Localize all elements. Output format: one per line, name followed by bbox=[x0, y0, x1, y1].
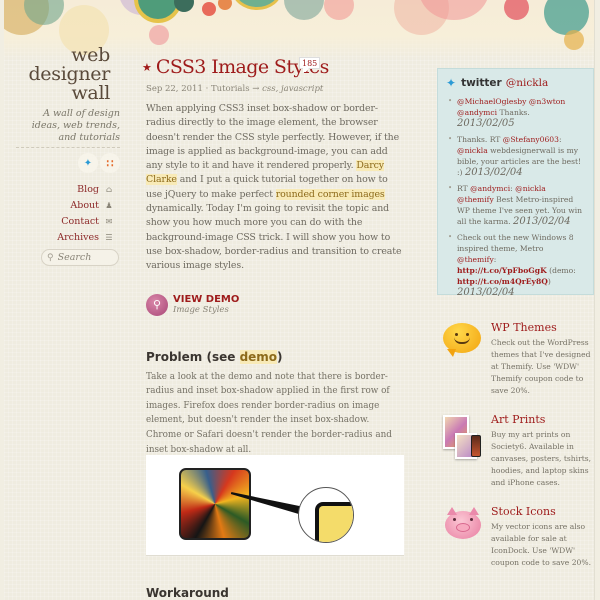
tweet-url-link[interactable]: http://t.co/YpFboGgK bbox=[457, 266, 547, 275]
rounded-artwork-image bbox=[179, 468, 251, 540]
search-icon: ⚲ bbox=[47, 252, 54, 263]
tweet-mention-link[interactable]: @andymci bbox=[457, 108, 497, 117]
twitter-bird-icon: ✦ bbox=[83, 157, 93, 169]
nav-item-contact[interactable]: Contact ✉ bbox=[57, 213, 114, 229]
promo-description: Buy my art prints on Society6. Available… bbox=[491, 430, 592, 487]
view-demo-button[interactable]: ⚲ VIEW DEMO Image Styles bbox=[146, 293, 404, 316]
tweet-mention-link[interactable]: @themify bbox=[457, 195, 494, 204]
tweet-text: : bbox=[493, 255, 497, 264]
view-demo-sublabel: Image Styles bbox=[173, 305, 229, 316]
nav-item-blog[interactable]: Blog ⌂ bbox=[57, 181, 114, 197]
post-title-row: ★ CSS3 Image Styles bbox=[142, 56, 404, 78]
tweet-mention-link[interactable]: @andymci bbox=[470, 184, 510, 193]
promo-title: Stock Icons bbox=[491, 505, 556, 518]
tags-arrow: → bbox=[252, 84, 263, 94]
tweet-text: Thanks. bbox=[497, 108, 530, 117]
post-meta: Sep 22, 2011 · Tutorials → css, javascri… bbox=[146, 84, 404, 94]
zoom-magnifier-circle bbox=[298, 487, 354, 543]
post-date: Sep 22, 2011 bbox=[146, 84, 203, 94]
nav-label: Blog bbox=[77, 183, 99, 195]
site-logo[interactable]: web designer wall bbox=[28, 46, 110, 103]
illustration-figure bbox=[146, 455, 404, 556]
tweet: @MichaelOglesby @n3wton @andymci Thanks.… bbox=[446, 96, 585, 129]
smiley-speech-bubble-icon bbox=[441, 323, 483, 359]
tweet-text: Thanks. RT bbox=[457, 135, 503, 144]
sidebar-divider bbox=[16, 147, 120, 148]
twitter-label: twitter bbox=[461, 77, 502, 89]
tweet-text: RT bbox=[457, 184, 471, 193]
logo-line: wall bbox=[71, 82, 110, 104]
tweet-mention-link[interactable]: @Stefany0603 bbox=[503, 135, 559, 144]
tweet-date: 2013/02/04 bbox=[512, 216, 571, 227]
tweet-mention-link[interactable]: @MichaelOglesby bbox=[457, 97, 526, 106]
tweet-mention-link[interactable]: @themify bbox=[457, 255, 494, 264]
rounded-corner-images-link[interactable]: rounded corner images bbox=[275, 188, 385, 200]
text: ) bbox=[277, 349, 283, 364]
promo-stock-icons[interactable]: Stock Icons My vector icons are also ava… bbox=[441, 505, 594, 569]
article: ★ CSS3 Image Styles 185 Sep 22, 2011 · T… bbox=[142, 56, 404, 457]
page: web designer wall A wall of design ideas… bbox=[4, 0, 595, 600]
demo-link[interactable]: demo bbox=[239, 349, 278, 364]
nav-label: About bbox=[70, 199, 99, 211]
twitter-widget: ✦ twitter @nickla @MichaelOglesby @n3wto… bbox=[437, 68, 594, 298]
main-nav: Blog ⌂ About ♟ Contact ✉ Archives ☰ bbox=[57, 181, 114, 245]
post-intro: When applying CSS3 inset box-shadow or b… bbox=[146, 102, 404, 274]
mail-icon: ✉ bbox=[105, 216, 113, 226]
home-icon: ⌂ bbox=[105, 184, 113, 194]
rss-link[interactable]: ∷ bbox=[100, 153, 120, 173]
piggy-bank-icon bbox=[441, 507, 483, 543]
tweet: Check out the new Windows 8 inspired the… bbox=[446, 232, 585, 298]
promo-description: My vector icons are also available for s… bbox=[491, 522, 591, 567]
search-box: ⚲ bbox=[41, 249, 119, 266]
tweet-text: (demo: bbox=[546, 266, 576, 275]
text: dynamically. Today I'm going to revisit … bbox=[146, 203, 402, 272]
post-tags[interactable]: css, javascript bbox=[262, 84, 323, 94]
art-prints-icon bbox=[441, 415, 483, 459]
rss-icon: ∷ bbox=[106, 156, 114, 170]
featured-star-icon: ★ bbox=[142, 61, 152, 74]
problem-heading: Problem (see demo) bbox=[146, 349, 404, 364]
problem-text: Take a look at the demo and note that th… bbox=[146, 371, 392, 455]
nav-item-archives[interactable]: Archives ☰ bbox=[57, 229, 114, 245]
comment-count-badge[interactable]: 185 bbox=[299, 57, 321, 72]
search-input[interactable] bbox=[57, 252, 116, 263]
promo-title: WP Themes bbox=[491, 321, 557, 334]
promo-art-prints[interactable]: Art Prints Buy my art prints on Society6… bbox=[441, 413, 594, 489]
tweet: RT @andymci: @nickla @themify Best Metro… bbox=[446, 183, 585, 227]
promo-description: Check out the WordPress themes that I've… bbox=[491, 338, 591, 395]
tweet-url-link[interactable]: http://t.co/m4QrEy8Q bbox=[457, 277, 548, 286]
nav-label: Contact bbox=[61, 215, 99, 227]
tweet-mention-link[interactable]: @nickla bbox=[457, 146, 488, 155]
tweet-text: ) bbox=[547, 277, 551, 286]
tweet-list: @MichaelOglesby @n3wton @andymci Thanks.… bbox=[446, 96, 585, 298]
twitter-header: ✦ twitter @nickla bbox=[446, 76, 585, 90]
tweet-text: : bbox=[558, 135, 562, 144]
post-category-link[interactable]: Tutorials bbox=[211, 84, 250, 94]
magnifier-icon: ⚲ bbox=[146, 293, 168, 316]
tweet: Thanks. RT @Stefany0603: @nickla webdesi… bbox=[446, 134, 585, 178]
nav-item-about[interactable]: About ♟ bbox=[57, 197, 114, 213]
view-demo-label: VIEW DEMO bbox=[173, 294, 240, 306]
twitter-bird-icon: ✦ bbox=[446, 76, 457, 90]
promo-title: Art Prints bbox=[491, 413, 546, 426]
promo-wp-themes[interactable]: WP Themes Check out the WordPress themes… bbox=[441, 321, 594, 397]
nav-label: Archives bbox=[57, 231, 99, 243]
site-tagline: A wall of design ideas, web trends, and … bbox=[31, 108, 120, 143]
tweet-mention-link[interactable]: @n3wton bbox=[529, 97, 565, 106]
tweet-date: 2013/02/04 bbox=[464, 167, 523, 178]
tweet-date: 2013/02/04 bbox=[457, 287, 515, 298]
list-icon: ☰ bbox=[105, 232, 113, 242]
workaround-heading: Workaround bbox=[146, 586, 229, 600]
tweet-text: Check out the new Windows 8 inspired the… bbox=[457, 233, 574, 253]
person-icon: ♟ bbox=[105, 200, 113, 210]
twitter-link[interactable]: ✦ bbox=[78, 153, 98, 173]
tweet-mention-link[interactable]: @nickla bbox=[515, 184, 546, 193]
tweet-date: 2013/02/05 bbox=[457, 118, 515, 129]
text: Problem (see bbox=[146, 349, 240, 364]
twitter-handle-link[interactable]: @nickla bbox=[506, 77, 548, 89]
